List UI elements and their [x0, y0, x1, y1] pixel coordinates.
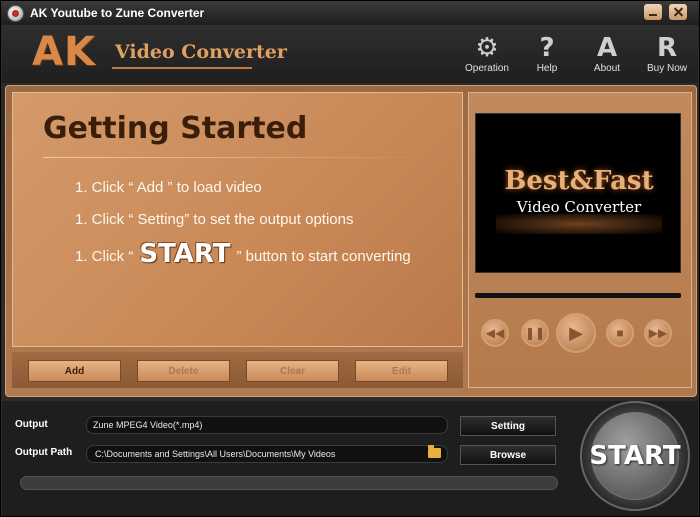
stop-icon: ■: [616, 326, 624, 340]
rewind-button[interactable]: ◀◀: [481, 319, 509, 347]
letter-r-icon: R: [656, 33, 678, 63]
step-start: 1. Click “ START ” button to start convert…: [75, 239, 411, 269]
forward-button[interactable]: ▶▶: [644, 319, 672, 347]
close-button[interactable]: [669, 4, 687, 20]
clear-button[interactable]: Clear: [246, 360, 339, 382]
getting-started-panel[interactable]: Getting Started 1. Click “ Add ” to load…: [12, 92, 463, 347]
getting-started-title: Getting Started: [43, 111, 308, 146]
start-button[interactable]: START: [589, 412, 681, 500]
output-format-field[interactable]: Zune MPEG4 Video(*.mp4): [86, 416, 448, 434]
gear-icon: ⚙: [475, 33, 499, 63]
buy-now-label: Buy Now: [646, 63, 687, 74]
help-label: Help: [536, 63, 558, 74]
preview-glow: [496, 214, 662, 234]
minimize-button[interactable]: [644, 4, 662, 20]
about-label: About: [593, 63, 621, 74]
output-label: Output: [15, 419, 48, 430]
preview-screen: Best&Fast Video Converter: [475, 113, 681, 273]
main-area: Getting Started 1. Click “ Add ” to load…: [5, 85, 697, 397]
pause-icon: ❚❚: [524, 326, 546, 340]
header: AK Video Converter ⚙ Operation ? Help A …: [2, 25, 698, 83]
add-button[interactable]: Add: [28, 360, 121, 382]
title-bar[interactable]: AK Youtube to Zune Converter: [1, 1, 699, 25]
step-start-suffix: ” button to start converting: [236, 247, 411, 265]
buy-now-button[interactable]: R Buy Now: [637, 31, 697, 81]
output-path-field[interactable]: C:\Documents and Settings\All Users\Docu…: [86, 445, 448, 463]
question-icon: ?: [539, 33, 555, 63]
logo-text: Video Converter: [115, 41, 287, 63]
rewind-icon: ◀◀: [485, 326, 505, 340]
operation-button[interactable]: ⚙ Operation: [457, 31, 517, 81]
play-button[interactable]: ▶: [556, 313, 596, 353]
output-area: Output Zune MPEG4 Video(*.mp4) Setting O…: [2, 401, 698, 516]
preview-title: Best&Fast: [504, 166, 654, 196]
app-window: AK Youtube to Zune Converter AK Video Co…: [0, 0, 700, 517]
title-divider: [43, 157, 443, 158]
operation-label: Operation: [465, 63, 509, 74]
output-path-label: Output Path: [15, 447, 73, 458]
letter-a-icon: A: [596, 33, 618, 63]
delete-button[interactable]: Delete: [137, 360, 230, 382]
setting-button[interactable]: Setting: [460, 416, 556, 436]
window-title: AK Youtube to Zune Converter: [30, 6, 205, 20]
stop-button[interactable]: ■: [606, 319, 634, 347]
step-add: 1. Click “ Add ” to load video: [75, 179, 262, 196]
logo-ak: AK: [32, 29, 96, 75]
app-icon: [7, 5, 24, 22]
seek-bar[interactable]: [475, 293, 681, 298]
logo-underline: [112, 67, 252, 69]
play-icon: ▶: [569, 322, 583, 343]
edit-button[interactable]: Edit: [355, 360, 448, 382]
step-setting: 1. Click “ Setting” to set the output op…: [75, 211, 354, 228]
step-start-prefix: 1. Click “: [75, 247, 134, 265]
folder-icon[interactable]: [428, 445, 441, 458]
help-button[interactable]: ? Help: [517, 31, 577, 81]
action-bar: Add Delete Clear Edit: [12, 352, 463, 388]
forward-icon: ▶▶: [648, 326, 668, 340]
preview-panel: Best&Fast Video Converter ◀◀ ❚❚ ▶ ■ ▶▶: [468, 92, 692, 388]
progress-bar: [20, 476, 558, 490]
start-word: START: [139, 239, 231, 269]
pause-button[interactable]: ❚❚: [521, 319, 549, 347]
browse-button[interactable]: Browse: [460, 445, 556, 465]
about-button[interactable]: A About: [577, 31, 637, 81]
